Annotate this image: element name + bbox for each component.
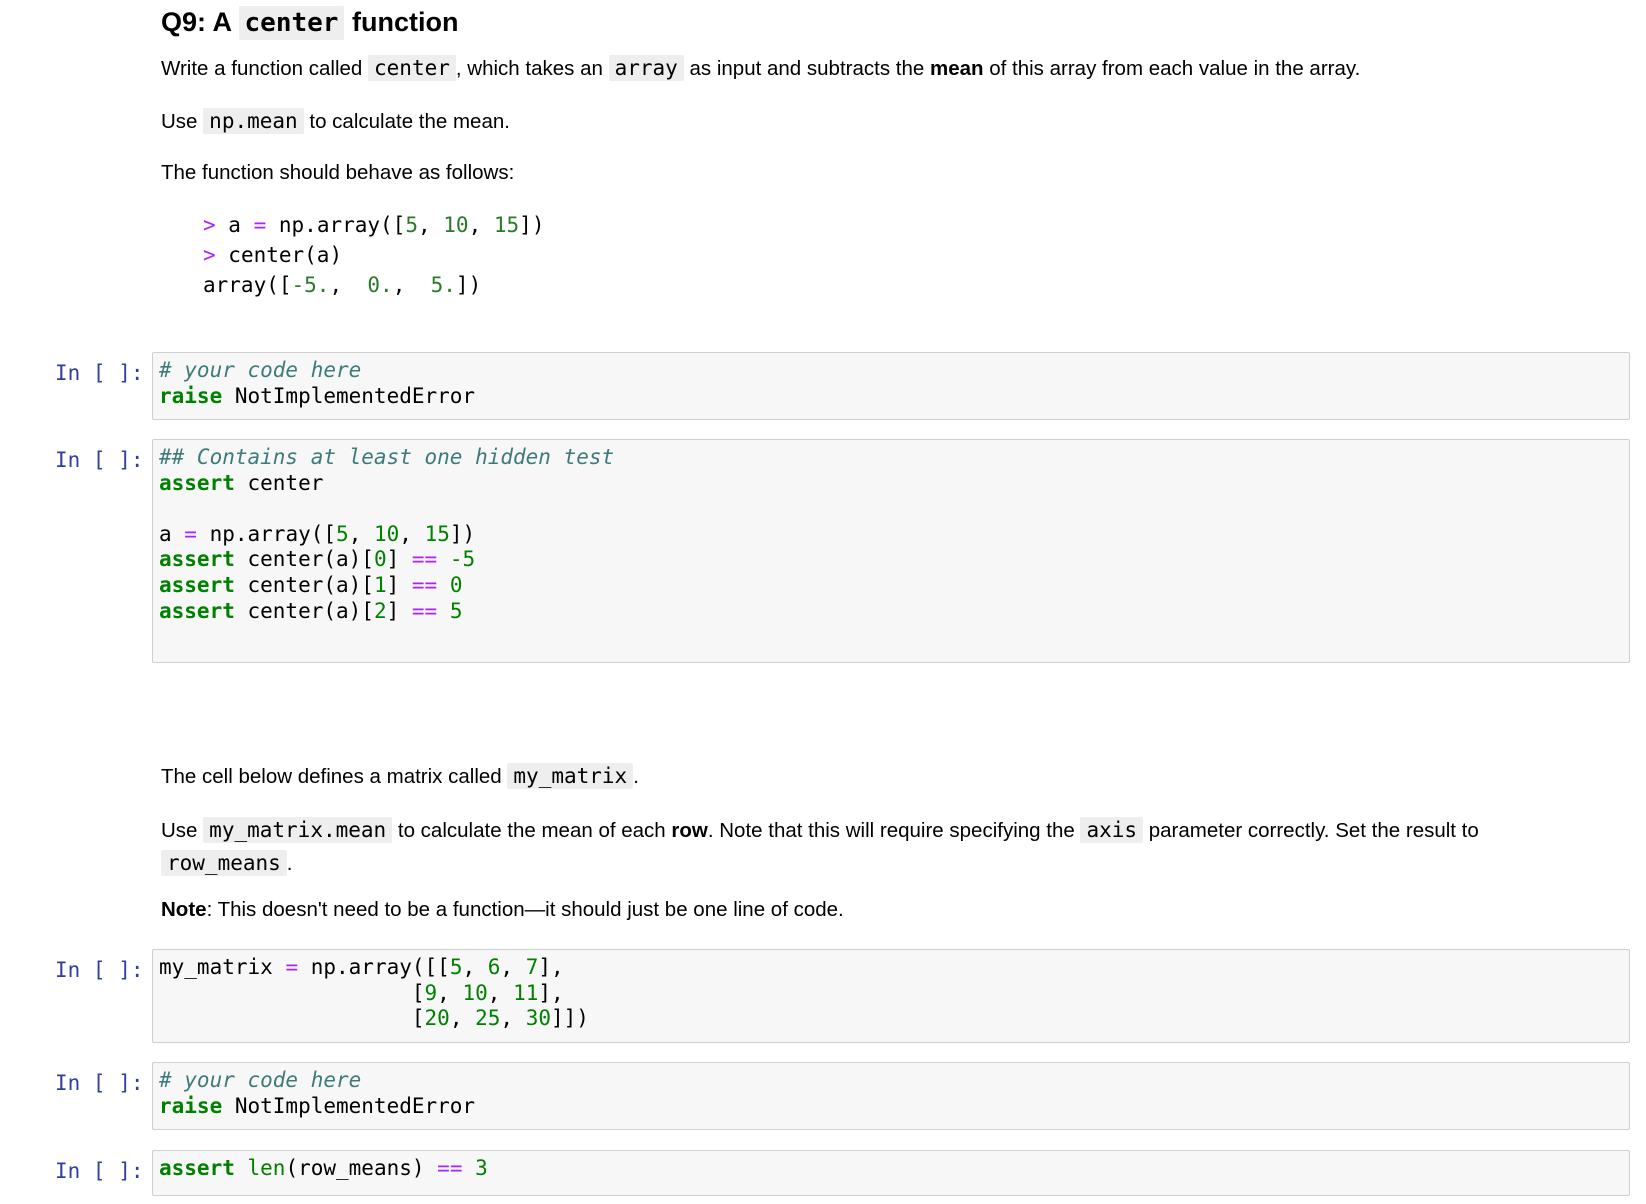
question-title: Q9: A center function xyxy=(161,6,459,40)
code-cell-center-tests[interactable]: ## Contains at least one hidden test ass… xyxy=(152,439,1630,663)
matrix-paragraph-2: Use my_matrix.mean to calculate the mean… xyxy=(161,817,1479,876)
title-code: center xyxy=(238,6,345,40)
cell-prompt: In [ ]: xyxy=(55,1071,144,1095)
q9-paragraph-1: Write a function called center, which ta… xyxy=(161,55,1361,81)
cell-prompt: In [ ]: xyxy=(55,1159,144,1183)
code-cell-row-means-test[interactable]: assert len(row_means) == 3 xyxy=(152,1150,1630,1196)
cell-prompt: In [ ]: xyxy=(55,958,144,982)
example-code-block: > a = np.array([5, 10, 15]) > center(a) … xyxy=(203,213,545,297)
matrix-paragraph-1: The cell below defines a matrix called m… xyxy=(161,763,639,789)
code-cell-center-solution[interactable]: # your code here raise NotImplementedErr… xyxy=(152,352,1630,420)
q9-paragraph-2: Use np.mean to calculate the mean. xyxy=(161,108,510,134)
code-cell-row-means-solution[interactable]: # your code here raise NotImplementedErr… xyxy=(152,1062,1630,1130)
cell-prompt: In [ ]: xyxy=(55,448,144,472)
matrix-note: Note: This doesn't need to be a function… xyxy=(161,898,844,921)
cell-prompt: In [ ]: xyxy=(55,361,144,385)
code-cell-my-matrix[interactable]: my_matrix = np.array([[5, 6, 7], [9, 10,… xyxy=(152,949,1630,1043)
q9-paragraph-3: The function should behave as follows: xyxy=(161,161,515,184)
